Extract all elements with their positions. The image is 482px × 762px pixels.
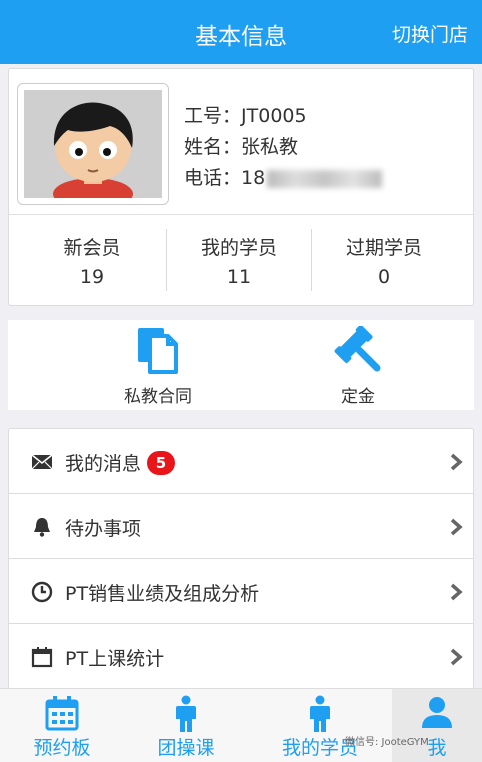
staff-name-value: 张私教 <box>241 136 299 158</box>
calendar-icon <box>45 696 79 731</box>
profile-card: 工号：JT0005 姓名：张私教 电话：18 新会员 19 我的学员 11 过期… <box>8 68 474 306</box>
stat-label: 过期学员 <box>345 237 422 259</box>
envelope-icon <box>31 454 53 470</box>
tab-my-students[interactable]: 我的学员 <box>270 689 370 762</box>
menu-item-label: 我的消息 5 <box>65 449 176 476</box>
staff-phone-row: 电话：18 <box>184 163 383 190</box>
staff-phone-value: 18 <box>241 167 266 189</box>
stat-expired-students[interactable]: 过期学员 0 <box>309 219 459 288</box>
profile-divider <box>9 214 473 215</box>
person-icon <box>176 695 196 732</box>
deposit-button[interactable]: 定金 <box>268 325 448 407</box>
action-label: 定金 <box>341 387 375 407</box>
stat-value: 19 <box>79 266 105 288</box>
quick-actions: 私教合同 定金 <box>8 320 474 410</box>
contract-button[interactable]: 私教合同 <box>68 326 248 407</box>
chevron-right-icon <box>450 648 463 666</box>
tab-schedule[interactable]: 预约板 <box>12 689 112 762</box>
tab-me[interactable]: 我 <box>392 689 482 762</box>
menu-item-sales-analysis[interactable]: PT销售业绩及组成分析 <box>9 559 473 624</box>
tab-label: 团操课 <box>157 737 215 759</box>
stat-value: 11 <box>226 266 252 288</box>
chevron-right-icon <box>450 518 463 536</box>
bottom-tab-bar: 预约板 团操课 我的学员 我 <box>0 688 482 762</box>
menu-item-label: 待办事项 <box>65 518 142 540</box>
staff-name-label: 姓名： <box>184 136 242 158</box>
chevron-right-icon <box>450 583 463 601</box>
unread-badge: 5 <box>147 451 176 475</box>
action-label: 私教合同 <box>124 387 192 407</box>
stat-value: 0 <box>377 266 391 288</box>
top-nav-bar: 基本信息 切换门店 <box>0 0 482 64</box>
avatar[interactable] <box>17 83 169 205</box>
stat-label: 新会员 <box>63 237 121 259</box>
bell-icon <box>34 518 50 537</box>
stat-my-students[interactable]: 我的学员 11 <box>164 219 314 288</box>
stat-new-members[interactable]: 新会员 19 <box>17 219 167 288</box>
calendar-icon <box>31 647 53 668</box>
menu-item-label: PT销售业绩及组成分析 <box>65 583 260 605</box>
staff-name-row: 姓名：张私教 <box>184 132 298 159</box>
tab-group-class[interactable]: 团操课 <box>136 689 236 762</box>
menu-list: 我的消息 5 待办事项 PT销售业绩及组成分析 PT上课统计 <box>8 428 474 690</box>
chevron-right-icon <box>450 453 463 471</box>
switch-store-button[interactable]: 切换门店 <box>392 20 468 47</box>
staff-id-row: 工号：JT0005 <box>184 101 307 128</box>
avatar-image <box>24 90 162 198</box>
clock-icon <box>31 581 53 603</box>
contract-icon <box>138 328 178 374</box>
menu-item-todo[interactable]: 待办事项 <box>9 494 473 559</box>
tab-label: 预约板 <box>33 737 91 759</box>
watermark: 微信号: JooteGYM <box>345 737 429 748</box>
stat-label: 我的学员 <box>200 237 277 259</box>
staff-id-value: JT0005 <box>241 105 307 127</box>
user-icon <box>422 697 452 728</box>
menu-item-label: PT上课统计 <box>65 648 165 670</box>
menu-item-class-stats[interactable]: PT上课统计 <box>9 624 473 689</box>
staff-phone-label: 电话： <box>184 167 242 189</box>
phone-blur-mask <box>267 169 383 188</box>
staff-id-label: 工号： <box>184 105 242 127</box>
person-icon <box>310 695 330 732</box>
gavel-icon <box>334 325 381 372</box>
menu-item-messages[interactable]: 我的消息 5 <box>9 429 473 494</box>
